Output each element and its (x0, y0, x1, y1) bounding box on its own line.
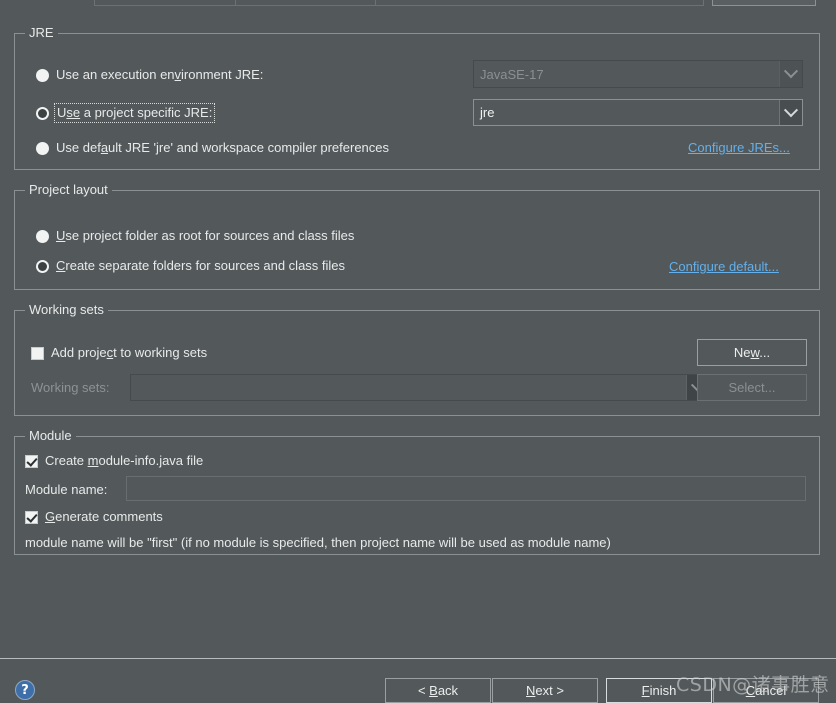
chevron-down-icon[interactable] (779, 61, 802, 87)
clipped-previous-row (0, 0, 836, 10)
next-button-label: Next > (526, 683, 564, 698)
checkbox-label: Add project to working sets (51, 345, 208, 360)
radio-indicator[interactable] (36, 141, 49, 155)
clipped-browse-button[interactable] (712, 0, 816, 6)
radio-use-project-specific-jre[interactable]: Use a project specific JRE: (36, 103, 216, 123)
working-sets-group: Working sets Add project to working sets… (14, 302, 820, 416)
radio-label: Use default JRE 'jre' and workspace comp… (56, 140, 390, 155)
back-button[interactable]: < Back (385, 678, 491, 703)
checkbox-label: Generate comments (45, 509, 163, 524)
configure-default-link[interactable]: Configure default... (669, 259, 779, 275)
module-name-input[interactable] (126, 476, 806, 501)
checkbox-indicator[interactable] (25, 454, 38, 468)
checkbox-generate-comments[interactable]: Generate comments (25, 509, 163, 525)
select-working-set-button-label: Select... (728, 380, 776, 395)
new-working-set-button[interactable]: New... (697, 339, 807, 366)
radio-label: Use an execution environment JRE: (56, 67, 264, 82)
radio-indicator[interactable] (36, 259, 49, 273)
module-group: Module Create module-info.java file Modu… (14, 428, 820, 555)
checkbox-add-project-to-working-sets[interactable]: Add project to working sets (31, 345, 207, 361)
radio-use-project-folder-as-root[interactable]: Use project folder as root for sources a… (36, 228, 354, 244)
project-specific-jre-combo[interactable]: jre (473, 99, 803, 126)
project-specific-jre-combo-value: jre (480, 105, 495, 120)
radio-use-execution-environment-jre[interactable]: Use an execution environment JRE: (36, 67, 263, 83)
configure-jres-link[interactable]: Configure JREs... (688, 140, 790, 156)
working-sets-combo-value (131, 375, 686, 400)
back-button-label: < Back (417, 683, 459, 698)
module-name-label: Module name: (25, 482, 108, 497)
checkbox-indicator[interactable] (31, 346, 44, 360)
radio-label: Use a project specific JRE: (53, 103, 216, 123)
project-layout-group: Project layout Use project folder as roo… (14, 182, 820, 290)
radio-indicator[interactable] (36, 106, 49, 120)
working-sets-combo[interactable] (130, 374, 710, 401)
execution-environment-combo[interactable]: JavaSE-17 (473, 60, 803, 88)
module-description-text: module name will be "first" (if no modul… (25, 535, 611, 550)
chevron-down-icon[interactable] (779, 100, 802, 125)
help-icon[interactable]: ? (15, 680, 35, 700)
radio-indicator[interactable] (36, 229, 49, 243)
help-icon-glyph: ? (21, 682, 29, 698)
radio-label: Use project folder as root for sources a… (56, 228, 355, 243)
select-working-set-button[interactable]: Select... (697, 374, 807, 401)
radio-use-default-jre[interactable]: Use default JRE 'jre' and workspace comp… (36, 140, 389, 156)
button-bar-separator (0, 658, 836, 659)
execution-environment-combo-value: JavaSE-17 (480, 66, 544, 82)
finish-button[interactable]: Finish (606, 678, 712, 703)
checkbox-label: Create module-info.java file (45, 453, 204, 468)
project-layout-group-legend: Project layout (25, 182, 112, 197)
working-sets-group-legend: Working sets (25, 302, 108, 317)
next-button[interactable]: Next > (492, 678, 598, 703)
clipped-text-input[interactable] (94, 0, 704, 6)
cancel-button-label: Cancel (745, 683, 787, 698)
finish-button-label: Finish (641, 683, 677, 698)
module-group-legend: Module (25, 428, 76, 443)
working-sets-label: Working sets: (31, 380, 110, 395)
radio-create-separate-folders[interactable]: Create separate folders for sources and … (36, 258, 345, 274)
checkbox-create-module-info[interactable]: Create module-info.java file (25, 453, 203, 469)
radio-indicator[interactable] (36, 68, 49, 82)
radio-label: Create separate folders for sources and … (56, 258, 346, 273)
checkbox-indicator[interactable] (25, 510, 38, 524)
jre-group-legend: JRE (25, 25, 58, 40)
cancel-button[interactable]: Cancel (713, 678, 819, 703)
new-working-set-button-label: New... (733, 345, 771, 360)
jre-group: JRE Use an execution environment JRE: Us… (14, 25, 820, 170)
